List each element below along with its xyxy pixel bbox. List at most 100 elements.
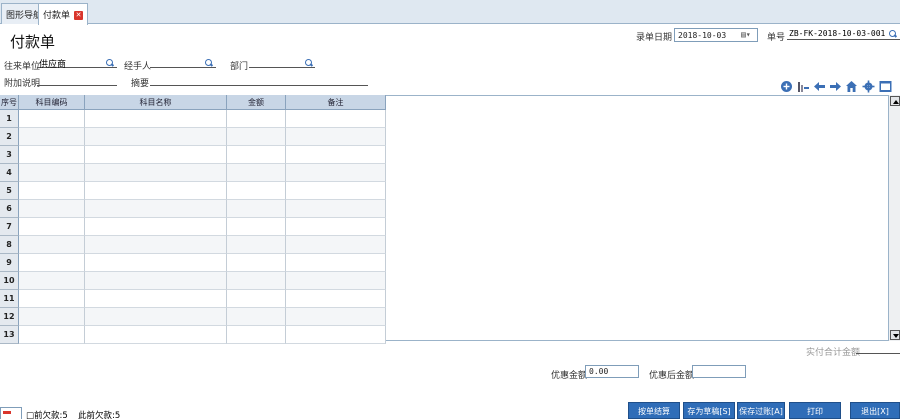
search-icon[interactable] [205,59,213,67]
grid-cell[interactable] [227,236,286,254]
grid-cell[interactable] [227,254,286,272]
table-row[interactable]: 9 [0,254,386,272]
grid-cell[interactable] [85,236,227,254]
grid-cell[interactable] [85,110,227,128]
grid-cell[interactable] [85,146,227,164]
grid-scrollbar[interactable] [888,95,900,341]
table-row[interactable]: 8 [0,236,386,254]
grid-cell[interactable] [286,110,386,128]
grid-cell[interactable] [227,272,286,290]
col-header-account-name[interactable]: 科目名称 [85,95,227,110]
arrow-left-icon[interactable] [813,80,826,93]
search-icon[interactable] [305,59,313,67]
grid-cell[interactable] [286,128,386,146]
table-row[interactable]: 4 [0,164,386,182]
grid-toolbar [780,80,894,94]
settle-button[interactable]: 按单结算 [628,402,680,419]
record-date-input[interactable]: 2018-10-03 ▤▾ [674,28,758,42]
grid-cell[interactable] [85,308,227,326]
grid-cell[interactable] [227,308,286,326]
table-row[interactable]: 5 [0,182,386,200]
grid-cell[interactable] [85,200,227,218]
grid-cell[interactable] [85,218,227,236]
grid-cell[interactable] [227,164,286,182]
grid-cell[interactable] [227,128,286,146]
grid-cell[interactable] [227,218,286,236]
exit-button[interactable]: 退出[X] [850,402,900,419]
print-button[interactable]: 打印 [789,402,841,419]
arrow-right-icon[interactable] [829,80,842,93]
grid-cell[interactable] [286,164,386,182]
table-row[interactable]: 1 [0,110,386,128]
grid-cell[interactable] [19,146,85,164]
scroll-down-icon[interactable] [890,330,900,340]
table-row[interactable]: 13 [0,326,386,344]
grid-cell[interactable] [286,326,386,344]
grid-cell[interactable] [286,182,386,200]
grid-cell[interactable] [19,182,85,200]
grid-cell[interactable] [286,200,386,218]
grid-cell[interactable] [19,308,85,326]
search-icon[interactable] [106,59,114,67]
col-header-amount[interactable]: 金额 [227,95,286,110]
save-draft-button[interactable]: 存为草稿[S] [683,402,735,419]
table-row[interactable]: 7 [0,218,386,236]
grid-cell[interactable] [19,254,85,272]
screen-icon[interactable] [879,80,892,93]
add-circle-icon[interactable] [780,80,793,93]
grid-cell[interactable] [227,146,286,164]
grid-cell[interactable] [227,200,286,218]
tab-payment[interactable]: 付款单 ✕ [38,3,89,25]
grid-cell[interactable] [286,272,386,290]
grid-cell[interactable] [19,110,85,128]
note-field[interactable] [37,74,117,86]
grid-cell[interactable] [85,272,227,290]
calendar-dropdown-icon[interactable]: ▤▾ [741,30,751,39]
col-header-remark[interactable]: 备注 [286,95,386,110]
summary-field[interactable] [150,74,368,86]
grid-cell[interactable] [227,182,286,200]
grid-cell[interactable] [227,290,286,308]
grid-cell[interactable] [286,236,386,254]
grid-cell[interactable] [85,326,227,344]
table-row[interactable]: 2 [0,128,386,146]
grid-cell[interactable] [19,164,85,182]
grid-cell[interactable] [227,110,286,128]
grid-cell[interactable] [19,200,85,218]
save-post-button[interactable]: 保存过账[A] [737,402,785,419]
discount-value: 0.00 [589,367,609,376]
grid-cell[interactable] [227,326,286,344]
doc-no-field[interactable] [787,28,900,40]
table-row[interactable]: 3 [0,146,386,164]
col-header-seq[interactable]: 序号 [0,95,19,110]
grid-cell[interactable] [19,236,85,254]
grid-cell[interactable] [19,128,85,146]
grid-cell[interactable] [19,272,85,290]
grid-cell[interactable] [85,164,227,182]
gear-icon[interactable] [862,80,875,93]
grid-cell[interactable] [286,218,386,236]
col-header-account-code[interactable]: 科目编码 [19,95,85,110]
grid-cell[interactable] [85,182,227,200]
grid-cell[interactable] [286,290,386,308]
discount-input[interactable]: 0.00 [585,365,639,378]
scroll-up-icon[interactable] [890,96,900,106]
grid-cell[interactable] [85,290,227,308]
table-row[interactable]: 10 [0,272,386,290]
after-discount-input[interactable] [692,365,746,378]
close-icon[interactable]: ✕ [74,11,84,20]
table-row[interactable]: 12 [0,308,386,326]
grid-cell[interactable] [85,128,227,146]
table-row[interactable]: 11 [0,290,386,308]
table-row[interactable]: 6 [0,200,386,218]
grid-cell[interactable] [19,218,85,236]
search-icon[interactable] [889,30,897,38]
grid-cell[interactable] [286,308,386,326]
grid-cell[interactable] [286,254,386,272]
grid-cell[interactable] [286,146,386,164]
grid-cell[interactable] [85,254,227,272]
grid-cell[interactable] [19,326,85,344]
grid-cell[interactable] [19,290,85,308]
home-icon[interactable] [845,80,858,93]
column-settings-icon[interactable] [797,80,810,93]
